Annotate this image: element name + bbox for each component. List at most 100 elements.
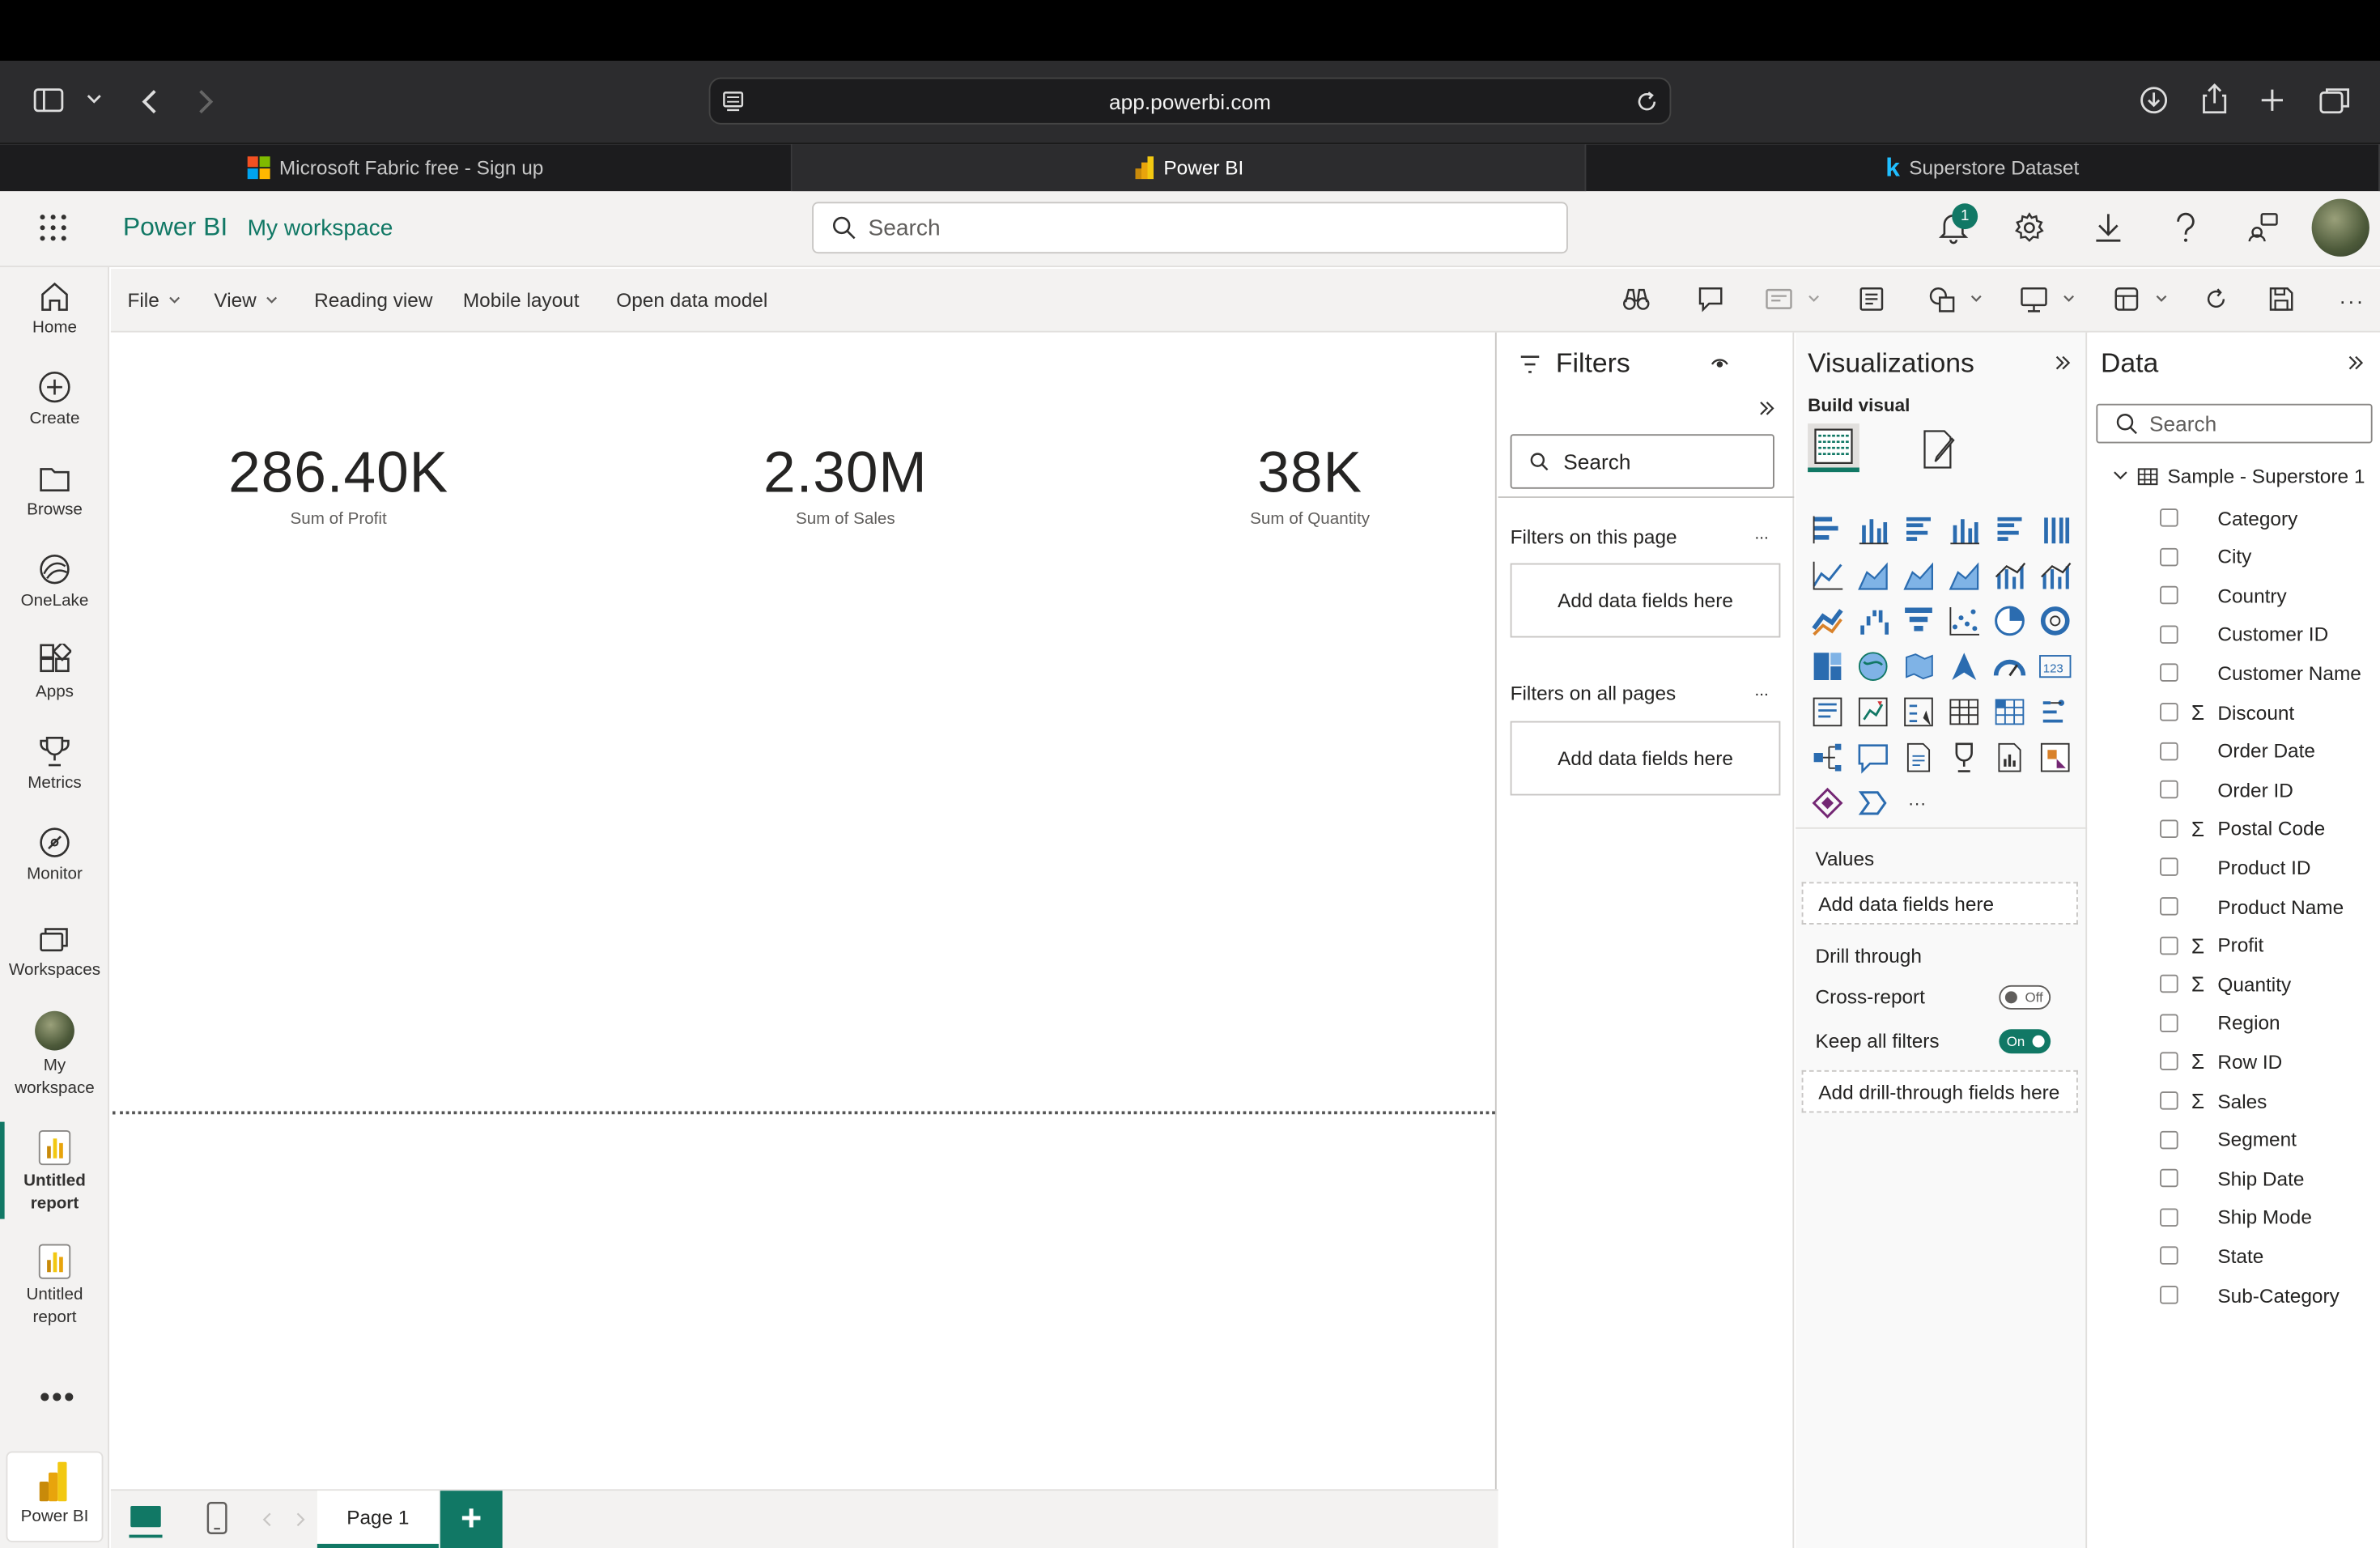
field-row[interactable]: Product Name bbox=[2160, 891, 2344, 922]
card-profit-value[interactable]: 286.40K bbox=[187, 442, 491, 508]
nav-powerbi-switcher[interactable]: Power BI bbox=[6, 1451, 104, 1542]
ribbon-visual-icon[interactable] bbox=[1811, 604, 1844, 637]
help-icon[interactable] bbox=[2174, 212, 2198, 244]
chevron-down-icon[interactable] bbox=[87, 92, 102, 104]
field-row[interactable]: Customer ID bbox=[2160, 619, 2328, 650]
shapes-icon[interactable] bbox=[1927, 286, 1983, 313]
desktop-layout-icon[interactable] bbox=[129, 1503, 163, 1539]
gauge-visual-icon[interactable] bbox=[1993, 650, 2026, 683]
matrix-visual-icon[interactable] bbox=[1993, 695, 2026, 729]
table-visual-icon[interactable] bbox=[1948, 695, 1981, 729]
funnel-visual-icon[interactable] bbox=[1902, 604, 1935, 637]
100-bar-visual-icon[interactable] bbox=[1993, 513, 2026, 546]
treemap-visual-icon[interactable] bbox=[1811, 650, 1844, 683]
line-clustered-column-visual-icon[interactable] bbox=[2038, 559, 2072, 592]
comment-icon[interactable] bbox=[1697, 286, 1724, 313]
field-row[interactable]: State bbox=[2160, 1241, 2263, 1272]
sidebar-toggle-icon[interactable] bbox=[33, 88, 64, 113]
collapse-viz-icon[interactable] bbox=[2055, 355, 2071, 371]
field-checkbox[interactable] bbox=[2160, 742, 2178, 760]
more-visuals-icon[interactable]: ··· bbox=[1902, 786, 1935, 819]
user-avatar[interactable] bbox=[2311, 198, 2369, 257]
nav-apps[interactable]: Apps bbox=[0, 644, 109, 704]
field-checkbox[interactable] bbox=[2160, 508, 2178, 527]
cross-report-toggle[interactable]: Off bbox=[1999, 985, 2051, 1010]
100-column-visual-icon[interactable] bbox=[2038, 513, 2072, 546]
previous-page-icon[interactable] bbox=[261, 1512, 274, 1528]
browser-tab-powerbi[interactable]: Power BI bbox=[792, 144, 1587, 192]
field-checkbox[interactable] bbox=[2160, 664, 2178, 683]
more-options-icon[interactable]: ··· bbox=[2339, 288, 2365, 313]
field-checkbox[interactable] bbox=[2160, 975, 2178, 993]
card-visual-icon[interactable]: 123 bbox=[2038, 650, 2072, 683]
share-icon[interactable] bbox=[2201, 83, 2229, 114]
field-row[interactable]: Σ Sales bbox=[2160, 1086, 2267, 1116]
field-row[interactable]: Segment bbox=[2160, 1125, 2297, 1155]
page-tab-1[interactable]: Page 1 bbox=[317, 1491, 439, 1548]
line-visual-icon[interactable] bbox=[1811, 559, 1844, 592]
reload-icon[interactable] bbox=[1636, 91, 1657, 113]
stacked-bar-visual-icon[interactable] bbox=[1811, 513, 1844, 546]
binoculars-icon[interactable] bbox=[1622, 286, 1650, 313]
more-options-icon[interactable]: ... bbox=[1755, 525, 1769, 544]
clustered-bar-visual-icon[interactable] bbox=[1902, 513, 1935, 546]
field-row[interactable]: Order Date bbox=[2160, 736, 2315, 767]
drill-through-dropzone[interactable]: Add drill-through fields here bbox=[1801, 1070, 2078, 1113]
back-icon[interactable] bbox=[140, 88, 159, 116]
field-checkbox[interactable] bbox=[2160, 547, 2178, 566]
data-search-input[interactable]: Search bbox=[2096, 403, 2373, 444]
field-row[interactable]: Σ Row ID bbox=[2160, 1047, 2282, 1078]
goals-visual-icon[interactable] bbox=[1948, 741, 1981, 774]
kpi-visual-icon[interactable] bbox=[1856, 695, 1889, 729]
address-bar[interactable]: app.powerbi.com bbox=[708, 77, 1672, 125]
field-checkbox[interactable] bbox=[2160, 1130, 2178, 1149]
field-checkbox[interactable] bbox=[2160, 1169, 2178, 1188]
card-quantity-value[interactable]: 38K bbox=[1158, 442, 1462, 508]
nav-browse[interactable]: Browse bbox=[0, 461, 109, 522]
field-checkbox[interactable] bbox=[2160, 936, 2178, 955]
narrative-visual-icon[interactable] bbox=[1856, 786, 1889, 819]
nav-metrics[interactable]: Metrics bbox=[0, 735, 109, 796]
page-filters-dropzone[interactable]: Add data fields here bbox=[1510, 563, 1781, 638]
layout-icon[interactable] bbox=[2113, 286, 2168, 313]
workspace-link[interactable]: My workspace bbox=[248, 215, 393, 241]
present-icon[interactable] bbox=[2021, 286, 2076, 313]
collapse-filters-icon[interactable] bbox=[1759, 401, 1774, 416]
mobile-layout-button[interactable]: Mobile layout bbox=[463, 288, 580, 311]
field-row[interactable]: Product ID bbox=[2160, 853, 2311, 883]
power-automate-visual-icon[interactable] bbox=[1811, 786, 1844, 819]
azure-map-visual-icon[interactable] bbox=[1948, 650, 1981, 683]
field-checkbox[interactable] bbox=[2160, 586, 2178, 605]
global-search-input[interactable]: Search bbox=[812, 202, 1568, 254]
field-checkbox[interactable] bbox=[2160, 1286, 2178, 1304]
all-pages-filters-dropzone[interactable]: Add data fields here bbox=[1510, 721, 1781, 796]
field-checkbox[interactable] bbox=[2160, 703, 2178, 721]
field-row[interactable]: Σ Quantity bbox=[2160, 969, 2291, 1000]
keep-all-filters-toggle[interactable]: On bbox=[1999, 1029, 2051, 1054]
file-menu[interactable]: File bbox=[128, 288, 181, 311]
field-row[interactable]: Country bbox=[2160, 580, 2287, 611]
line-column-visual-icon[interactable] bbox=[1993, 559, 2026, 592]
field-row[interactable]: Region bbox=[2160, 1008, 2280, 1039]
clustered-column-visual-icon[interactable] bbox=[1948, 513, 1981, 546]
field-row[interactable]: Ship Date bbox=[2160, 1163, 2304, 1194]
field-row[interactable]: City bbox=[2160, 542, 2251, 572]
field-row[interactable]: Σ Postal Code bbox=[2160, 814, 2325, 844]
smart-narrative-visual-icon[interactable] bbox=[1902, 741, 1935, 774]
open-data-model-button[interactable]: Open data model bbox=[616, 288, 767, 311]
field-checkbox[interactable] bbox=[2160, 1014, 2178, 1032]
field-row[interactable]: Σ Discount bbox=[2160, 697, 2294, 728]
donut-visual-icon[interactable] bbox=[2038, 604, 2072, 637]
new-tab-icon[interactable] bbox=[2260, 88, 2284, 113]
download-icon[interactable] bbox=[2140, 87, 2168, 114]
site-settings-icon[interactable] bbox=[723, 91, 744, 113]
paginated-visual-icon[interactable] bbox=[1993, 741, 2026, 774]
nav-my-workspace[interactable]: My workspace bbox=[0, 1010, 109, 1101]
nav-untitled-report-active[interactable]: Untitled report bbox=[0, 1129, 109, 1216]
pie-visual-icon[interactable] bbox=[1993, 604, 2026, 637]
field-checkbox[interactable] bbox=[2160, 897, 2178, 916]
stacked-area-visual-icon[interactable] bbox=[1902, 559, 1935, 592]
filled-map-visual-icon[interactable] bbox=[1902, 650, 1935, 683]
nav-workspaces[interactable]: Workspaces bbox=[0, 921, 109, 982]
field-checkbox[interactable] bbox=[2160, 625, 2178, 644]
